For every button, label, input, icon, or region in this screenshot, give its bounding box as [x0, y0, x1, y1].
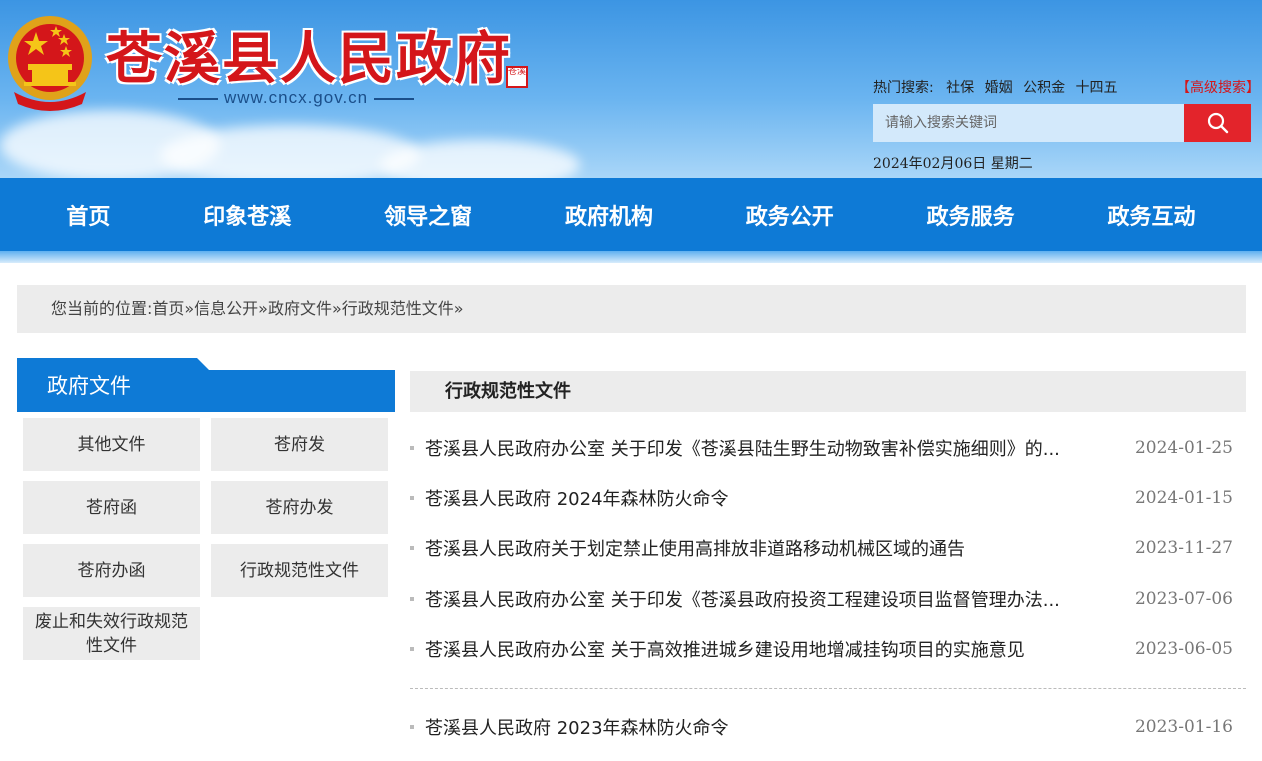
list-item-title[interactable]: 苍溪县人民政府 2023年森林防火命令 [425, 714, 729, 740]
sidebar-item-cangfufa[interactable]: 苍府发 [211, 418, 388, 471]
hot-search-term[interactable]: 十四五 [1076, 80, 1118, 96]
search-input[interactable] [873, 104, 1184, 142]
list-item-date: 2023-06-05 [1134, 639, 1233, 659]
nav-item-home[interactable]: 首页 [48, 199, 128, 231]
list-item-date: 2024-01-25 [1134, 438, 1233, 458]
hot-search-label: 热门搜索: [873, 80, 934, 96]
search-button[interactable] [1184, 104, 1251, 142]
main-section-title: 行政规范性文件 [410, 371, 1246, 412]
nav-shadow [0, 251, 1262, 263]
sidebar-item-cangfuhan[interactable]: 苍府函 [23, 481, 200, 534]
cloud-decoration [160, 125, 420, 178]
list-item[interactable]: 苍溪县人民政府办公室 关于高效推进城乡建设用地增减挂钩项目的实施意见 2023-… [410, 634, 1246, 664]
bullet-icon [410, 446, 414, 450]
sidebar-title: 政府文件 [47, 374, 131, 398]
sidebar-item-repealed-docs[interactable]: 废止和失效行政规范性文件 [23, 607, 200, 660]
bullet-icon [410, 597, 414, 601]
nav-item-interaction[interactable]: 政务互动 [1089, 199, 1213, 231]
sidebar-item-cangfubanhan[interactable]: 苍府办函 [23, 544, 200, 597]
list-item-title[interactable]: 苍溪县人民政府办公室 关于印发《苍溪县政府投资工程建设项目监督管理办法... [425, 586, 1060, 612]
hot-search-term[interactable]: 婚姻 [985, 80, 1013, 96]
list-item-title[interactable]: 苍溪县人民政府关于划定禁止使用高排放非道路移动机械区域的通告 [425, 535, 965, 561]
advanced-search-link[interactable]: 【高级搜索】 [1176, 77, 1260, 97]
hot-search: 热门搜索: 社保 婚姻 公积金 十四五 [873, 77, 1124, 97]
nav-item-leaders[interactable]: 领导之窗 [366, 199, 490, 231]
list-item[interactable]: 苍溪县人民政府 2023年森林防火命令 2023-01-16 [410, 712, 1246, 742]
current-date: 2024年02月06日 星期二 [873, 156, 1033, 172]
nav-item-impression[interactable]: 印象苍溪 [185, 199, 309, 231]
list-divider [410, 688, 1246, 689]
site-url-text: www.cncx.gov.cn [224, 88, 369, 107]
list-item-date: 2024-01-15 [1134, 488, 1233, 508]
sidebar-header: 政府文件 [17, 358, 395, 412]
main-nav: 首页 印象苍溪 领导之窗 政府机构 政务公开 政务服务 政务互动 [0, 178, 1262, 251]
sidebar-item-normative-docs[interactable]: 行政规范性文件 [211, 544, 388, 597]
search-bar [873, 104, 1251, 142]
list-item[interactable]: 苍溪县人民政府办公室 关于印发《苍溪县政府投资工程建设项目监督管理办法... 2… [410, 584, 1246, 614]
search-icon [1207, 112, 1228, 134]
list-item-title[interactable]: 苍溪县人民政府办公室 关于印发《苍溪县陆生野生动物致害补偿实施细则》的... [425, 435, 1060, 461]
bullet-icon [410, 496, 414, 500]
breadcrumb: 您当前的位置:首页»信息公开»政府文件»行政规范性文件» [17, 285, 1246, 333]
divider [374, 97, 415, 100]
seal-stamp: 苍溪 [506, 66, 528, 88]
sidebar-item-other-docs[interactable]: 其他文件 [23, 418, 200, 471]
list-item[interactable]: 苍溪县人民政府关于划定禁止使用高排放非道路移动机械区域的通告 2023-11-2… [410, 533, 1246, 563]
list-item-date: 2023-11-27 [1134, 538, 1233, 558]
bullet-icon [410, 546, 414, 550]
list-item-title[interactable]: 苍溪县人民政府 2024年森林防火命令 [425, 485, 729, 511]
divider [178, 97, 218, 100]
site-name[interactable]: 苍溪县人民政府 [106, 14, 512, 95]
breadcrumb-text[interactable]: 您当前的位置:首页»信息公开»政府文件»行政规范性文件» [51, 299, 464, 318]
site-url: www.cncx.gov.cn [172, 88, 420, 108]
nav-item-government-agencies[interactable]: 政府机构 [547, 199, 671, 231]
bullet-icon [410, 725, 414, 729]
list-item-date: 2023-07-06 [1134, 589, 1233, 609]
list-item[interactable]: 苍溪县人民政府办公室 关于印发《苍溪县陆生野生动物致害补偿实施细则》的... 2… [410, 433, 1246, 463]
hot-search-term[interactable]: 社保 [946, 80, 974, 96]
bullet-icon [410, 647, 414, 651]
list-item-title[interactable]: 苍溪县人民政府办公室 关于高效推进城乡建设用地增减挂钩项目的实施意见 [425, 636, 1025, 662]
site-header: 苍溪县人民政府 苍溪 www.cncx.gov.cn 热门搜索: 社保 婚姻 公… [0, 0, 1262, 178]
list-item-date: 2023-01-16 [1134, 717, 1233, 737]
national-emblem-icon [8, 16, 92, 111]
nav-item-gov-affairs-public[interactable]: 政务公开 [728, 199, 852, 231]
nav-item-gov-services[interactable]: 政务服务 [909, 199, 1033, 231]
list-item[interactable]: 苍溪县人民政府 2024年森林防火命令 2024-01-15 [410, 483, 1246, 513]
sidebar-item-cangfubanfa[interactable]: 苍府办发 [211, 481, 388, 534]
hot-search-term[interactable]: 公积金 [1023, 80, 1065, 96]
